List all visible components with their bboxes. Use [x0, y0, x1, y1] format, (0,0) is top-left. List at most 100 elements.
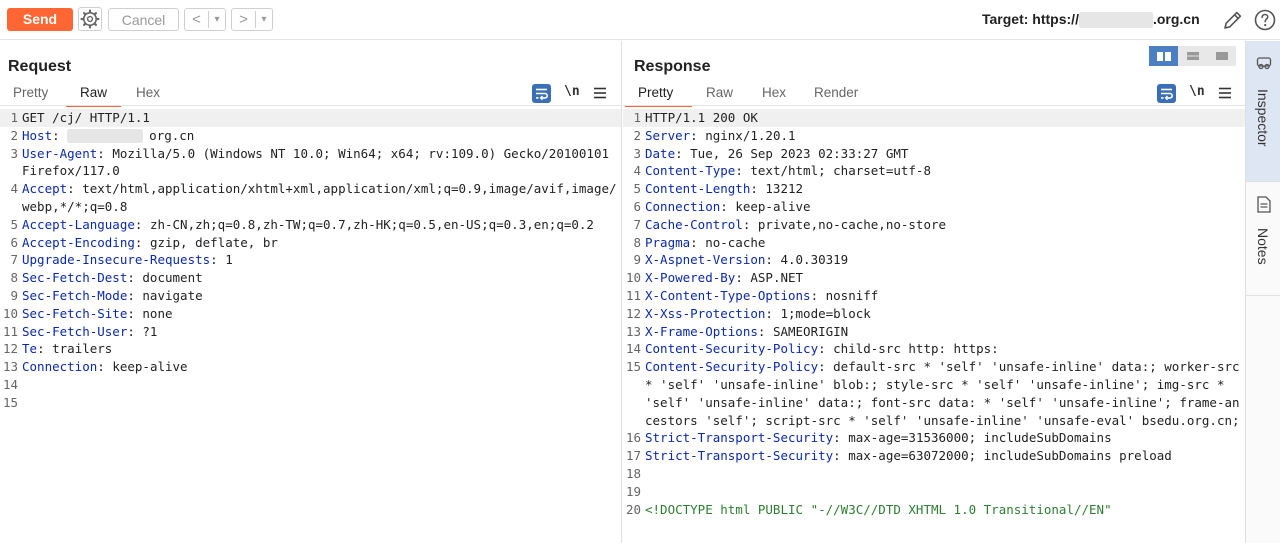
- header-name: Content-Security-Policy: [645, 341, 819, 357]
- header-value: : Mozilla/5.0 (Windows NT 10.0; Win64; x…: [22, 145, 617, 179]
- menu-icon[interactable]: [594, 87, 606, 99]
- line-number: 3: [10, 145, 18, 161]
- response-tab-pretty[interactable]: Pretty: [638, 85, 673, 100]
- send-button[interactable]: Send: [7, 8, 73, 31]
- line-text: Connection: keep-alive: [18, 358, 621, 376]
- header-value: : document: [127, 270, 203, 286]
- line-number: 10: [2, 305, 18, 321]
- line-number: 14: [625, 341, 641, 357]
- line-number: 15: [2, 394, 18, 410]
- header-value: : trailers: [37, 341, 113, 357]
- header-name: X-Content-Type-Options: [645, 287, 811, 303]
- back-button[interactable]: <: [185, 11, 209, 28]
- sidebar-inspector-label: Inspector: [1255, 89, 1271, 147]
- header-name: Cache-Control: [645, 216, 743, 232]
- header-name: X-Frame-Options: [645, 323, 758, 339]
- header-value: : nginx/1.20.1: [690, 127, 796, 143]
- response-tab-render[interactable]: Render: [814, 85, 858, 100]
- line-number: 20: [625, 501, 641, 517]
- code-line: 10 X-Powered-By: ASP.NET: [623, 269, 1245, 287]
- header-value: : SAMEORIGIN: [757, 323, 849, 339]
- line-text: Accept: text/html,application/xhtml+xml,…: [18, 180, 621, 216]
- sidebar-tab-inspector[interactable]: Inspector: [1246, 41, 1280, 181]
- line-number: 1: [633, 110, 641, 125]
- line-number: 17: [625, 448, 641, 464]
- request-tab-hex[interactable]: Hex: [136, 85, 160, 100]
- newline-toggle[interactable]: \n: [564, 84, 580, 99]
- forward-button-group: > ▾: [231, 8, 273, 31]
- response-tab-hex[interactable]: Hex: [762, 85, 786, 100]
- header-name: Sec-Fetch-Mode: [22, 287, 128, 303]
- code-line: 1 HTTP/1.1 200 OK: [623, 109, 1245, 127]
- header-name: Connection: [22, 359, 98, 375]
- header-name: Accept-Language: [22, 216, 135, 232]
- code-line: 11 Sec-Fetch-User: ?1: [0, 323, 621, 341]
- line-text: Content-Security-Policy: default-src * '…: [641, 358, 1245, 429]
- header-value: : 1: [210, 252, 233, 268]
- line-text: Connection: keep-alive: [641, 198, 1245, 216]
- header-name: User-Agent: [22, 145, 98, 161]
- layout-rows-button[interactable]: [1178, 46, 1207, 66]
- header-value: : nosniff: [810, 287, 879, 303]
- code-line: 13 Connection: keep-alive: [0, 358, 621, 376]
- line-content: <!DOCTYPE html PUBLIC "-//W3C//DTD XHTML…: [645, 501, 1112, 517]
- code-line: 8 Sec-Fetch-Dest: document: [0, 269, 621, 287]
- header-value: : max-age=63072000; includeSubDomains pr…: [833, 448, 1172, 464]
- layout-switcher: [1149, 46, 1236, 66]
- wrap-icon[interactable]: [1157, 84, 1176, 103]
- response-tabs: Pretty Raw Hex Render: [623, 85, 1245, 107]
- header-name: Pragma: [645, 234, 691, 250]
- line-number: 4: [10, 181, 18, 197]
- settings-button[interactable]: [78, 7, 102, 31]
- notes-icon: [1257, 196, 1271, 213]
- wrap-icon[interactable]: [532, 84, 551, 103]
- sidebar-tab-notes[interactable]: Notes: [1246, 181, 1280, 296]
- line-number: 10: [625, 270, 641, 286]
- newline-toggle[interactable]: \n: [1189, 84, 1205, 99]
- line-text: X-Content-Type-Options: nosniff: [641, 287, 1245, 305]
- line-number: 16: [625, 430, 641, 446]
- line-number: 1: [10, 110, 18, 125]
- line-text: Host: org.cn: [18, 127, 621, 145]
- line-text: Date: Tue, 26 Sep 2023 02:33:27 GMT: [641, 145, 1245, 163]
- back-history-dropdown[interactable]: ▾: [209, 14, 225, 25]
- forward-button[interactable]: >: [232, 11, 256, 28]
- line-text: Pragma: no-cache: [641, 234, 1245, 252]
- code-line: 5 Content-Length: 13212: [623, 180, 1245, 198]
- header-name: Date: [645, 145, 676, 161]
- request-tab-pretty[interactable]: Pretty: [13, 85, 48, 100]
- layout-columns-icon: [1156, 51, 1171, 61]
- layout-single-button[interactable]: [1207, 46, 1236, 66]
- header-name: Strict-Transport-Security: [645, 430, 834, 446]
- code-line: 5 Accept-Language: zh-CN,zh;q=0.8,zh-TW;q…: [0, 216, 621, 234]
- header-name: Strict-Transport-Security: [645, 448, 834, 464]
- menu-icon[interactable]: [1219, 87, 1231, 99]
- line-content: GET /cj/ HTTP/1.1: [22, 110, 150, 125]
- response-editor[interactable]: 1 HTTP/1.1 200 OK 2 Server: nginx/1.20.1 3 Da…: [623, 109, 1245, 518]
- line-text: [641, 483, 1245, 501]
- sidebar-notes-label: Notes: [1255, 228, 1271, 265]
- code-line: 1 GET /cj/ HTTP/1.1: [0, 109, 621, 127]
- toolbar: Send Cancel < ▾ > ▾ Target: https:// .org…: [0, 0, 1280, 40]
- response-tab-raw[interactable]: Raw: [706, 85, 733, 100]
- request-title: Request: [8, 58, 72, 75]
- request-editor[interactable]: 1 GET /cj/ HTTP/1.1 2 Host: org.cn 3 User-Age…: [0, 109, 621, 412]
- line-text: User-Agent: Mozilla/5.0 (Windows NT 10.0…: [18, 145, 621, 181]
- help-icon[interactable]: [1253, 8, 1277, 32]
- request-tab-raw[interactable]: Raw: [80, 85, 107, 100]
- pencil-icon[interactable]: [1221, 8, 1245, 32]
- response-title: Response: [634, 58, 711, 75]
- cancel-button[interactable]: Cancel: [108, 8, 179, 31]
- line-number: 2: [633, 127, 641, 143]
- code-line: 7 Upgrade-Insecure-Requests: 1: [0, 251, 621, 269]
- line-text: Strict-Transport-Security: max-age=63072…: [641, 447, 1245, 465]
- line-text: Sec-Fetch-Dest: document: [18, 269, 621, 287]
- layout-columns-button[interactable]: [1149, 46, 1178, 66]
- header-name: Accept: [22, 181, 68, 197]
- layout-rows-icon: [1186, 52, 1199, 60]
- header-value: : no-cache: [690, 234, 766, 250]
- line-text: [641, 465, 1245, 483]
- forward-history-dropdown[interactable]: ▾: [256, 14, 272, 25]
- code-line: 7 Cache-Control: private,no-cache,no-stor…: [623, 216, 1245, 234]
- header-value: : private,no-cache,no-store: [742, 216, 947, 232]
